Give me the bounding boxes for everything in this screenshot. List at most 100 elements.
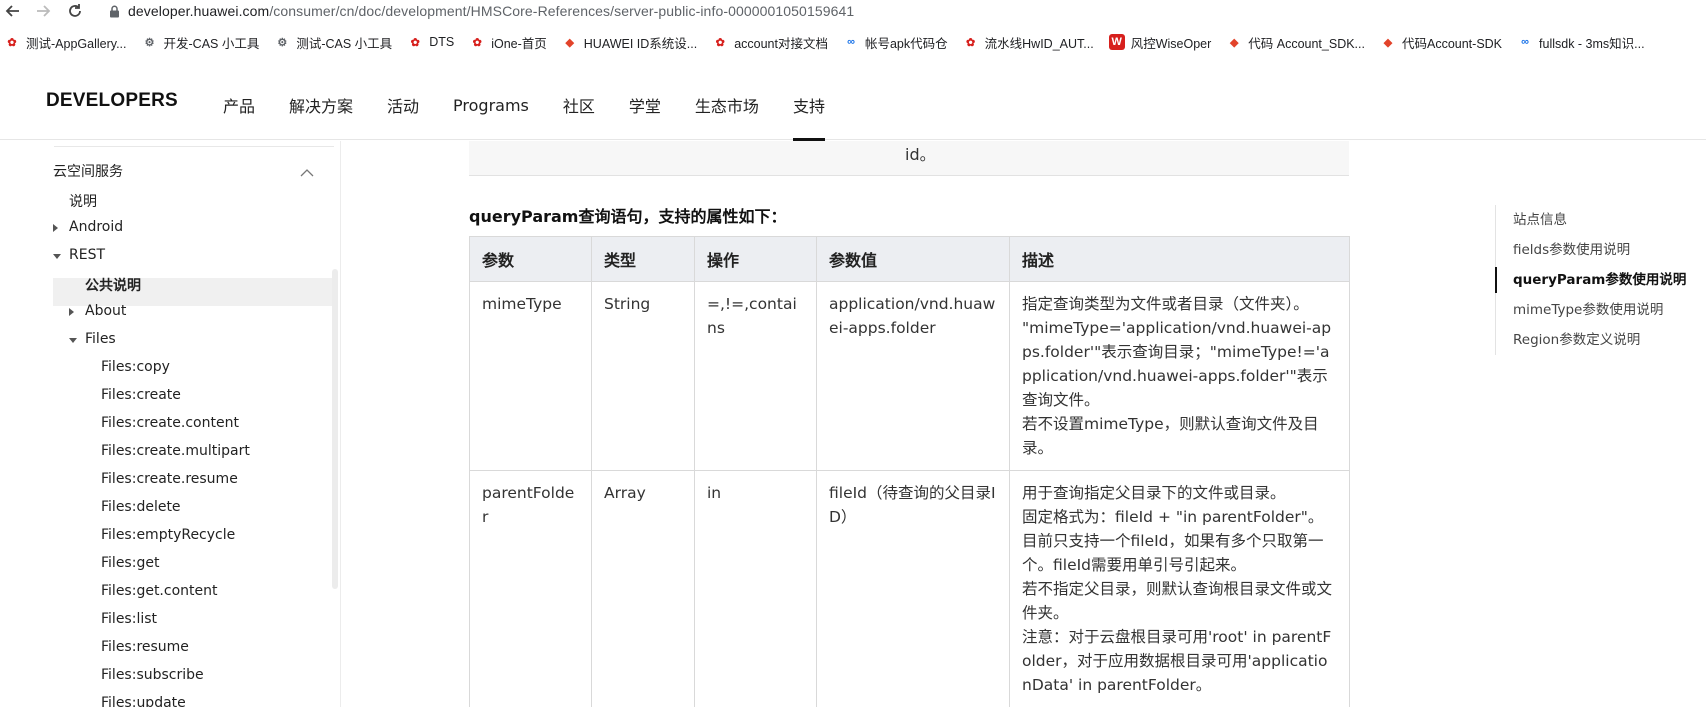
nav-item-label: 社区 [562, 97, 595, 116]
desc-line: 固定格式为：fileId + "in parentFolder"。 [1022, 508, 1324, 526]
bookmark-item[interactable]: ◆ 代码 Account_SDK... [1226, 33, 1365, 52]
bookmark-item[interactable]: ✿ iOne-首页 [469, 33, 547, 52]
sidebar-item[interactable]: Android [69, 219, 123, 235]
nav-item-label: 解决方案 [289, 97, 354, 116]
bookmark-item[interactable]: ✿ account对接文档 [712, 33, 828, 52]
huawei-icon: ✿ [715, 36, 725, 49]
nav-item[interactable]: 解决方案 [289, 70, 353, 140]
bookmark-label: account对接文档 [734, 36, 828, 51]
address-bar[interactable]: developer.huawei.com/consumer/cn/doc/dev… [128, 3, 854, 19]
doc-content: id。 queryParam查询语句，支持的属性如下： 参数 类型 操作 参数值 描述 … [341, 141, 1350, 707]
nav-item-label: 支持 [792, 97, 825, 116]
nav-item-label: 生态市场 [694, 97, 759, 116]
anchor-nav-label: Region参数定义说明 [1513, 332, 1641, 348]
bookmark-item[interactable]: ⚙ 开发-CAS 小工具 [142, 33, 260, 52]
docs-sidebar: 云空间服务 说明 Android REST 公共说明 About Files Files:c… [0, 141, 341, 707]
anchor-nav-item[interactable]: fields参数使用说明 [1496, 235, 1695, 265]
table-cell-param: mimeType [469, 281, 592, 471]
bookmark-item[interactable]: ✿ DTS [407, 34, 455, 50]
anchor-nav-item[interactable]: Region参数定义说明 [1496, 325, 1695, 355]
table-cell-desc: 指定查询类型为文件或者目录（文件夹）。 "mimeType='applicatio… [1009, 281, 1350, 471]
nav-item[interactable]: 生态市场 [695, 70, 759, 140]
huawei-icon: ✿ [966, 36, 976, 49]
sidebar-item[interactable]: Files:delete [101, 499, 181, 515]
nav-item[interactable]: 学堂 [629, 70, 661, 140]
sidebar-item[interactable]: Files:create.multipart [101, 443, 250, 459]
sidebar-item[interactable]: Files:subscribe [101, 667, 204, 683]
anchor-nav-item[interactable]: mimeType参数使用说明 [1496, 295, 1695, 325]
sidebar-item[interactable]: Files:copy [101, 359, 170, 375]
bookmarks-bar: ✿ 测试-AppGallery... ⚙ 开发-CAS 小工具 ⚙ 测试-CAS 小工具 ✿… [0, 28, 1706, 56]
bookmark-item[interactable]: ∞ fullsdk - 3ms知识... [1517, 33, 1645, 52]
nav-item[interactable]: 产品 [223, 70, 255, 140]
anchor-nav-item[interactable]: queryParam参数使用说明 [1495, 265, 1695, 295]
previous-table-row: id。 [469, 141, 1349, 176]
sidebar-item[interactable]: Files:create.content [101, 415, 239, 431]
active-anchor-indicator [1495, 267, 1497, 293]
nav-item-label: Programs [453, 95, 529, 115]
sidebar-item[interactable]: 公共说明 [85, 275, 141, 295]
bookmark-label: fullsdk - 3ms知识... [1539, 36, 1645, 51]
sidebar-item[interactable]: 说明 [69, 191, 97, 211]
sidebar-item[interactable]: Files [85, 331, 116, 347]
nav-item-label: 学堂 [628, 97, 661, 116]
caret-down-icon[interactable] [69, 338, 77, 343]
sidebar-item[interactable]: Files:create [101, 387, 181, 403]
lock-icon[interactable] [108, 4, 120, 18]
chevron-up-icon[interactable] [300, 163, 314, 177]
nav-item-label: 产品 [223, 97, 256, 116]
developers-logo[interactable]: DEVELOPERS [46, 90, 178, 112]
bookmark-label: 测试-AppGallery... [26, 36, 127, 51]
reload-icon[interactable] [64, 0, 86, 22]
nav-item[interactable]: 社区 [563, 70, 595, 140]
sidebar-item[interactable]: REST [69, 247, 105, 263]
desc-line: 若不指定父目录，则默认查询根目录文件或文件夹。 [1022, 580, 1333, 622]
sidebar-item[interactable]: About [85, 303, 126, 319]
sidebar-item[interactable]: Files:get [101, 555, 159, 571]
sidebar-item[interactable]: Files:emptyRecycle [101, 527, 235, 543]
bookmark-item[interactable]: ✿ 测试-AppGallery... [4, 33, 127, 52]
sidebar-item[interactable]: Files:create.resume [101, 471, 238, 487]
browser-toolbar: developer.huawei.com/consumer/cn/doc/dev… [0, 0, 1706, 22]
bookmark-item[interactable]: ✿ 流水线HwID_AUT... [963, 33, 1094, 52]
back-arrow-icon[interactable] [2, 0, 24, 22]
wiseoper-icon: W [1108, 34, 1125, 50]
sidebar-item[interactable]: Files:resume [101, 639, 189, 655]
sidebar-scrollbar[interactable] [332, 269, 338, 589]
table-cell-op: in [694, 470, 817, 707]
caret-down-icon[interactable] [53, 254, 61, 259]
previous-row-text: id。 [905, 145, 936, 164]
bookmark-item[interactable]: ◆ 代码Account-SDK [1380, 33, 1502, 52]
bookmark-label: 帐号apk代码仓 [864, 36, 948, 51]
gitlab-icon: ◆ [1383, 36, 1393, 49]
sidebar-item[interactable]: Files:update [101, 695, 186, 707]
bookmark-item[interactable]: ◆ HUAWEI ID系统设... [562, 33, 698, 52]
nav-item[interactable]: Programs [453, 70, 529, 140]
table-header-cell: 操作 [694, 236, 817, 282]
gitlab-icon: ◆ [1230, 36, 1239, 49]
nav-item[interactable]: 活动 [387, 70, 419, 140]
bookmark-item[interactable]: ∞ 帐号apk代码仓 [843, 33, 948, 52]
desc-line: 目前只支持一个fileId，如果有多个只取第一个。fileId需要用单引号引起来… [1022, 532, 1324, 574]
anchor-nav-label: fields参数使用说明 [1513, 242, 1631, 258]
table-cell-value: application/vnd.huawei-apps.folder [816, 281, 1010, 471]
top-nav: 产品 解决方案 活动 Programs 社区 学堂 生态市场 支持 [223, 70, 825, 141]
forward-arrow-icon[interactable] [32, 0, 54, 22]
bookmark-label: 代码Account-SDK [1401, 36, 1503, 51]
table-header-cell: 类型 [591, 236, 695, 282]
bookmark-item[interactable]: ⚙ 测试-CAS 小工具 [274, 33, 392, 52]
desc-line: 若不设置mimeType，则默认查询文件及目录。 [1022, 415, 1319, 457]
nav-item[interactable]: 支持 [792, 70, 825, 141]
sidebar-item[interactable]: Files:get.content [101, 583, 217, 599]
caret-right-icon[interactable] [53, 224, 58, 232]
sidebar-item[interactable]: Files:list [101, 611, 157, 627]
sidebar-section-title[interactable]: 云空间服务 [53, 161, 123, 181]
bookmark-item[interactable]: W 风控WiseOper [1108, 33, 1211, 52]
bookmark-label: HUAWEI ID系统设... [583, 36, 698, 51]
caret-right-icon[interactable] [69, 308, 74, 316]
anchor-nav-item[interactable]: 站点信息 [1496, 205, 1695, 235]
query-param-table: 参数 类型 操作 参数值 描述 mimeType String =,!=,contains a… [469, 236, 1350, 707]
page-anchor-nav: 站点信息 fields参数使用说明 queryParam参数使用说明 mimeType… [1495, 205, 1695, 355]
table-header-cell: 参数 [469, 236, 592, 282]
table-header-row: 参数 类型 操作 参数值 描述 [469, 236, 1350, 282]
